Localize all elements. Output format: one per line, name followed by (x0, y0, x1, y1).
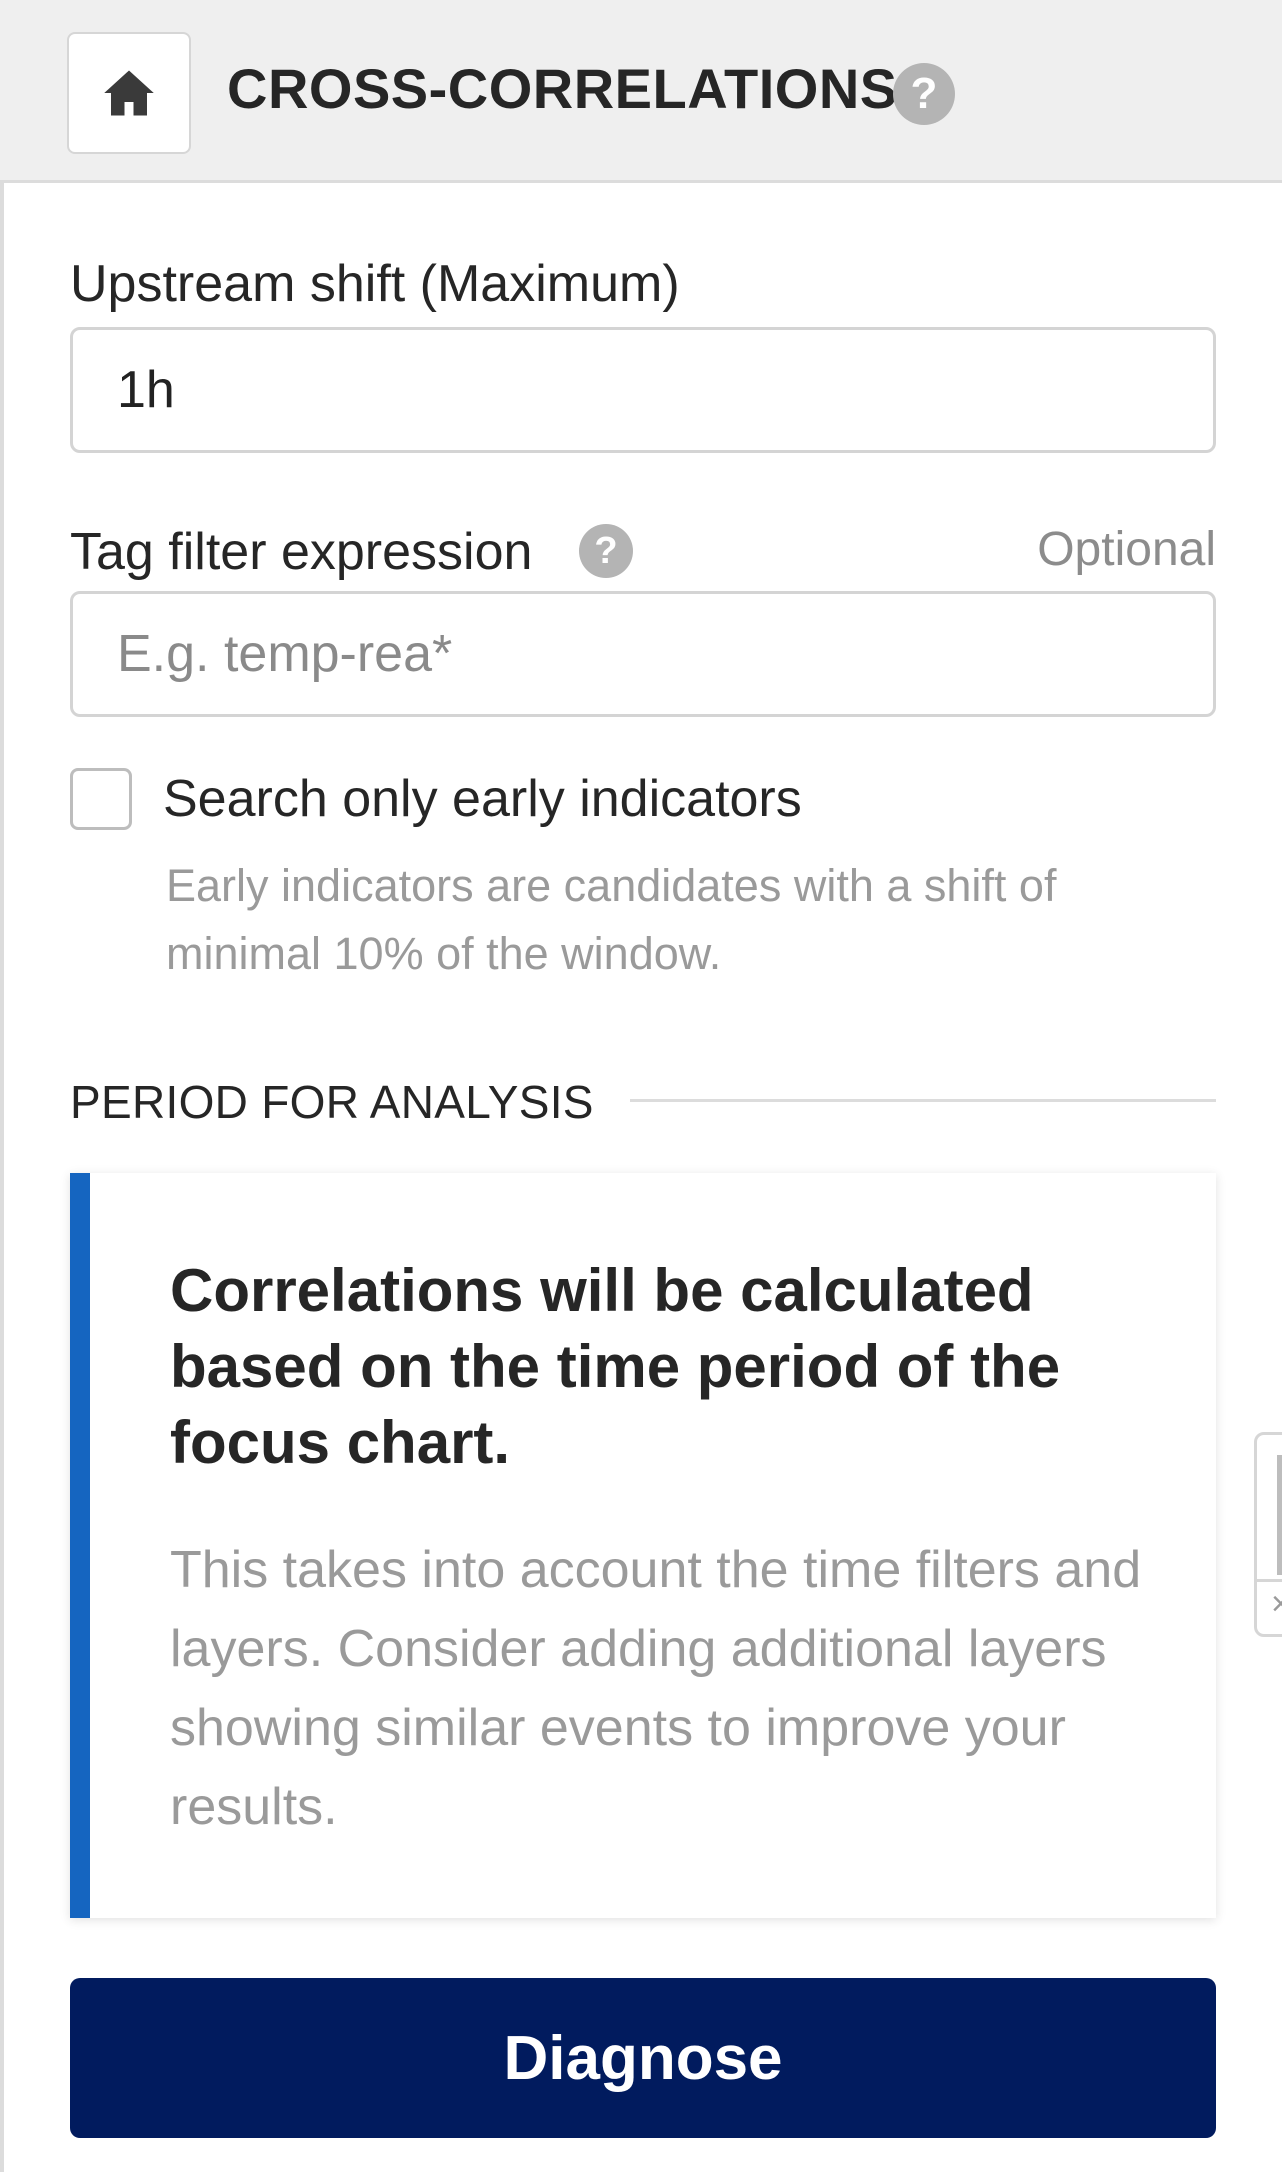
early-indicators-label[interactable]: Search only early indicators (163, 768, 802, 830)
info-card: Correlations will be calculated based on… (70, 1173, 1216, 1918)
section-divider (630, 1099, 1216, 1102)
help-icon[interactable]: ? (893, 63, 955, 125)
panel-title: CROSS-CORRELATIONS (227, 57, 898, 120)
optional-label: Optional (1037, 523, 1216, 576)
panel-left-border (0, 183, 4, 2172)
upstream-shift-input[interactable]: 1h (70, 327, 1216, 453)
info-accent-bar (70, 1173, 90, 1918)
upstream-shift-label: Upstream shift (Maximum) (70, 255, 680, 313)
tag-filter-input[interactable]: E.g. temp-rea* (70, 591, 1216, 717)
tag-filter-placeholder: E.g. temp-rea* (117, 625, 453, 683)
edge-handle (1277, 1455, 1282, 1575)
close-icon[interactable]: × (1271, 1585, 1282, 1624)
info-heading: Correlations will be calculated based on… (170, 1257, 1061, 1476)
panel-header: CROSS-CORRELATIONS ? (0, 0, 1282, 183)
tag-filter-help-icon[interactable]: ? (579, 524, 633, 578)
home-button[interactable] (67, 32, 191, 154)
period-section-title: PERIOD FOR ANALYSIS (70, 1076, 594, 1128)
info-body: This takes into account the time filters… (170, 1541, 1142, 1836)
upstream-shift-value: 1h (117, 361, 175, 419)
tag-filter-label: Tag filter expression (70, 523, 533, 581)
diagnose-button[interactable]: Diagnose (70, 1978, 1216, 2138)
edge-divider (1257, 1579, 1282, 1582)
home-icon (104, 70, 154, 116)
early-indicators-hint: Early indicators are candidates with a s… (166, 860, 1057, 979)
edge-widget[interactable]: × (1254, 1432, 1282, 1637)
early-indicators-checkbox[interactable] (70, 768, 132, 830)
